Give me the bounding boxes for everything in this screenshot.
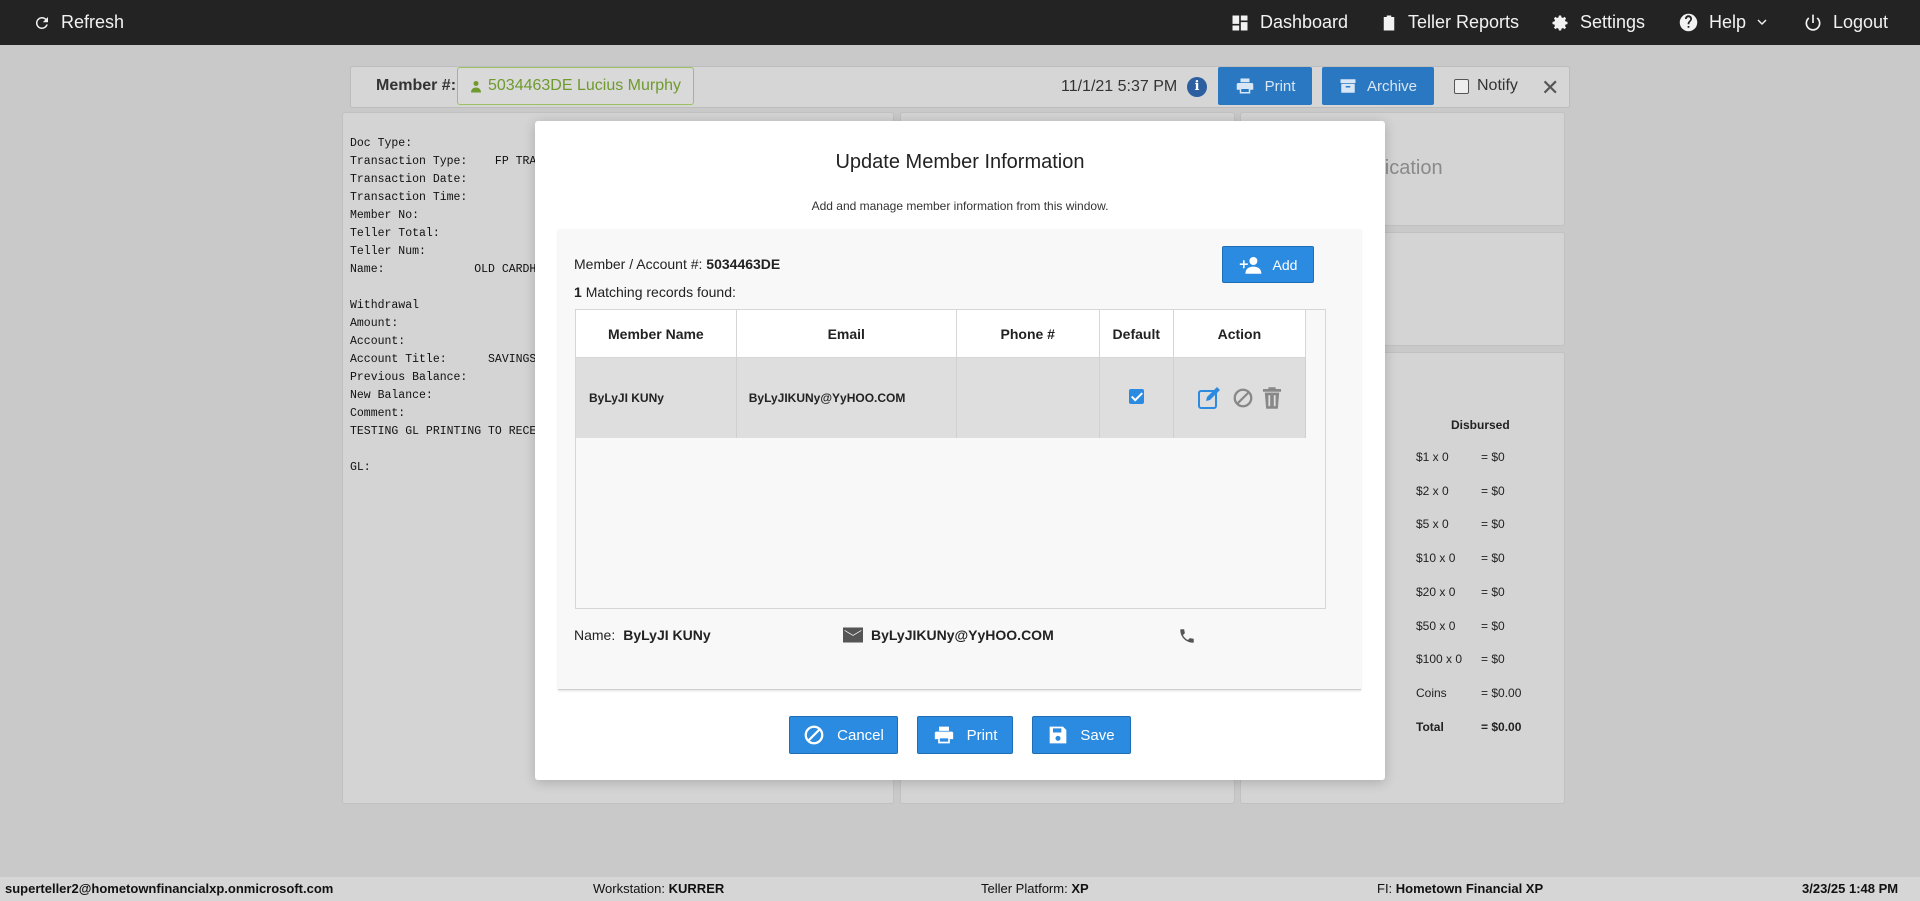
save-button[interactable]: Save xyxy=(1032,716,1131,754)
footer-workstation-label: Workstation: xyxy=(593,881,666,896)
col-action: Action xyxy=(1173,310,1307,358)
col-default: Default xyxy=(1099,310,1174,358)
account-line: Member / Account #: 5034463DE xyxy=(574,256,780,272)
modal-subtitle: Add and manage member information from t… xyxy=(811,199,1109,213)
nav-dashboard-label: Dashboard xyxy=(1260,12,1349,32)
cell-action xyxy=(1173,357,1307,438)
member-records-section: Member / Account #: 5034463DE 1 Matching… xyxy=(558,229,1361,690)
modal-print-button[interactable]: Print xyxy=(917,716,1013,754)
update-member-modal: Update Member Information Add and manage… xyxy=(535,121,1385,780)
cancel-label: Cancel xyxy=(837,726,884,744)
ban-icon[interactable] xyxy=(1232,387,1254,409)
detail-phone xyxy=(1178,627,1196,645)
footer-fi-label: FI: xyxy=(1377,881,1393,896)
nav-help[interactable]: Help xyxy=(1678,0,1768,45)
refresh-icon xyxy=(35,16,48,29)
footer-platform-value: XP xyxy=(1071,881,1089,896)
member-table: Member Name Email Phone # Default Action… xyxy=(575,309,1326,609)
phone-icon xyxy=(1180,629,1194,643)
ban-icon xyxy=(804,725,824,745)
dashboard-icon xyxy=(1232,15,1248,30)
detail-name-label: Name: xyxy=(574,627,616,643)
printer-icon xyxy=(934,726,953,744)
records-found-line: 1 Matching records found: xyxy=(574,284,736,300)
top-navbar: Refresh Dashboard Teller Reports Setting… xyxy=(0,0,1920,45)
gear-icon xyxy=(1552,15,1568,30)
envelope-icon xyxy=(843,627,863,643)
col-phone: Phone # xyxy=(956,310,1100,358)
match-text: Matching records found: xyxy=(585,284,736,300)
add-member-label: Add xyxy=(1272,256,1298,273)
nav-dashboard[interactable]: Dashboard xyxy=(1230,0,1348,45)
detail-name: Name: ByLyJI KUNy xyxy=(574,627,711,643)
cell-default xyxy=(1099,357,1174,438)
modal-print-label: Print xyxy=(966,726,998,744)
detail-name-value: ByLyJI KUNy xyxy=(623,627,711,643)
add-user-icon xyxy=(1239,256,1261,274)
detail-email: ByLyJIKUNy@YyHOO.COM xyxy=(843,627,1054,643)
footer-workstation: Workstation: KURRER xyxy=(593,881,724,896)
clipboard-icon xyxy=(1383,15,1395,30)
nav-teller-reports[interactable]: Teller Reports xyxy=(1380,0,1519,45)
nav-settings-label: Settings xyxy=(1580,12,1646,32)
nav-teller-reports-label: Teller Reports xyxy=(1408,12,1520,32)
footer-datetime: 3/23/25 1:48 PM xyxy=(1802,881,1899,896)
match-count: 1 xyxy=(574,284,582,300)
default-checkbox[interactable] xyxy=(1128,389,1144,404)
nav-logout-label: Logout xyxy=(1833,12,1889,32)
footer-fi: FI: Hometown Financial XP xyxy=(1377,881,1543,896)
footer-user: superteller2@hometownfinancialxp.onmicro… xyxy=(5,881,334,896)
footer-platform: Teller Platform: XP xyxy=(981,881,1089,896)
cell-member-name: ByLyJI KUNy xyxy=(576,357,737,438)
footer-fi-value: Hometown Financial XP xyxy=(1395,881,1544,896)
cancel-button[interactable]: Cancel xyxy=(789,716,898,754)
nav-logout[interactable]: Logout xyxy=(1803,0,1888,45)
chevron-down-icon xyxy=(1757,19,1767,25)
table-row[interactable]: ByLyJI KUNy ByLyJIKUNy@YyHOO.COM xyxy=(576,357,1307,438)
detail-email-value: ByLyJIKUNy@YyHOO.COM xyxy=(871,627,1054,643)
nav-help-label: Help xyxy=(1709,12,1747,32)
status-footer: superteller2@hometownfinancialxp.onmicro… xyxy=(0,877,1920,901)
cell-email: ByLyJIKUNy@YyHOO.COM xyxy=(736,357,957,438)
help-circle-icon xyxy=(1679,13,1698,32)
cell-phone xyxy=(956,357,1100,438)
edit-icon[interactable] xyxy=(1197,386,1223,410)
col-email: Email xyxy=(736,310,957,358)
save-label: Save xyxy=(1080,726,1115,744)
nav-settings[interactable]: Settings xyxy=(1550,0,1645,45)
modal-title: Update Member Information xyxy=(835,151,1085,173)
footer-workstation-value: KURRER xyxy=(668,881,725,896)
account-value: 5034463DE xyxy=(706,256,781,272)
refresh-button[interactable]: Refresh xyxy=(33,0,124,45)
col-member-name: Member Name xyxy=(576,310,737,358)
add-member-button[interactable]: Add xyxy=(1222,246,1314,283)
power-icon xyxy=(1805,14,1821,31)
trash-icon[interactable] xyxy=(1263,387,1282,409)
footer-platform-label: Teller Platform: xyxy=(981,881,1068,896)
account-label: Member / Account #: xyxy=(574,256,703,272)
refresh-label: Refresh xyxy=(61,12,125,32)
floppy-disk-icon xyxy=(1050,726,1067,744)
